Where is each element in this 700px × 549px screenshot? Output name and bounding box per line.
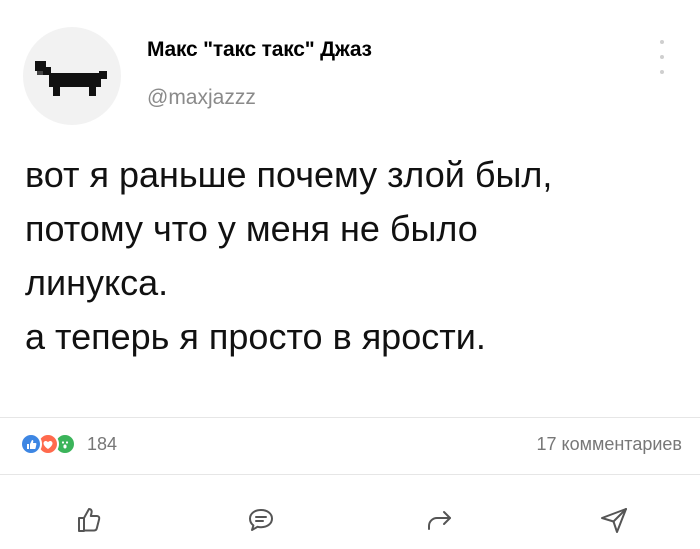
post-line: линукса. — [25, 262, 169, 303]
send-button[interactable] — [594, 500, 634, 540]
avatar[interactable] — [23, 27, 121, 125]
more-options-button[interactable] — [652, 40, 672, 74]
thumbs-up-icon — [78, 508, 101, 532]
more-dot-icon — [660, 40, 664, 44]
comments-count-link[interactable]: 17 комментариев — [536, 434, 682, 455]
comment-icon — [249, 509, 273, 531]
reactions-summary[interactable]: 184 — [20, 432, 117, 456]
more-dot-icon — [660, 70, 664, 74]
reactions-count: 184 — [87, 433, 118, 454]
post-line: вот я раньше почему злой был, — [25, 154, 553, 195]
author-handle[interactable]: @maxjazzz — [147, 86, 256, 110]
share-icon — [428, 511, 451, 530]
like-button[interactable] — [68, 500, 108, 540]
post-text: вот я раньше почему злой был, потому что… — [25, 148, 685, 364]
like-reaction-icon — [20, 433, 42, 455]
comment-button[interactable] — [241, 500, 281, 540]
author-name[interactable]: Макс "такс такс" Джаз — [147, 38, 372, 62]
action-bar — [0, 492, 700, 542]
share-button[interactable] — [420, 500, 460, 540]
post-line: а теперь я просто в ярости. — [25, 316, 486, 357]
post-line: потому что у меня не было — [25, 208, 478, 249]
send-icon — [601, 508, 627, 533]
divider — [0, 417, 700, 418]
dachshund-pixel-icon — [35, 61, 107, 96]
more-dot-icon — [660, 55, 664, 59]
divider — [0, 474, 700, 475]
